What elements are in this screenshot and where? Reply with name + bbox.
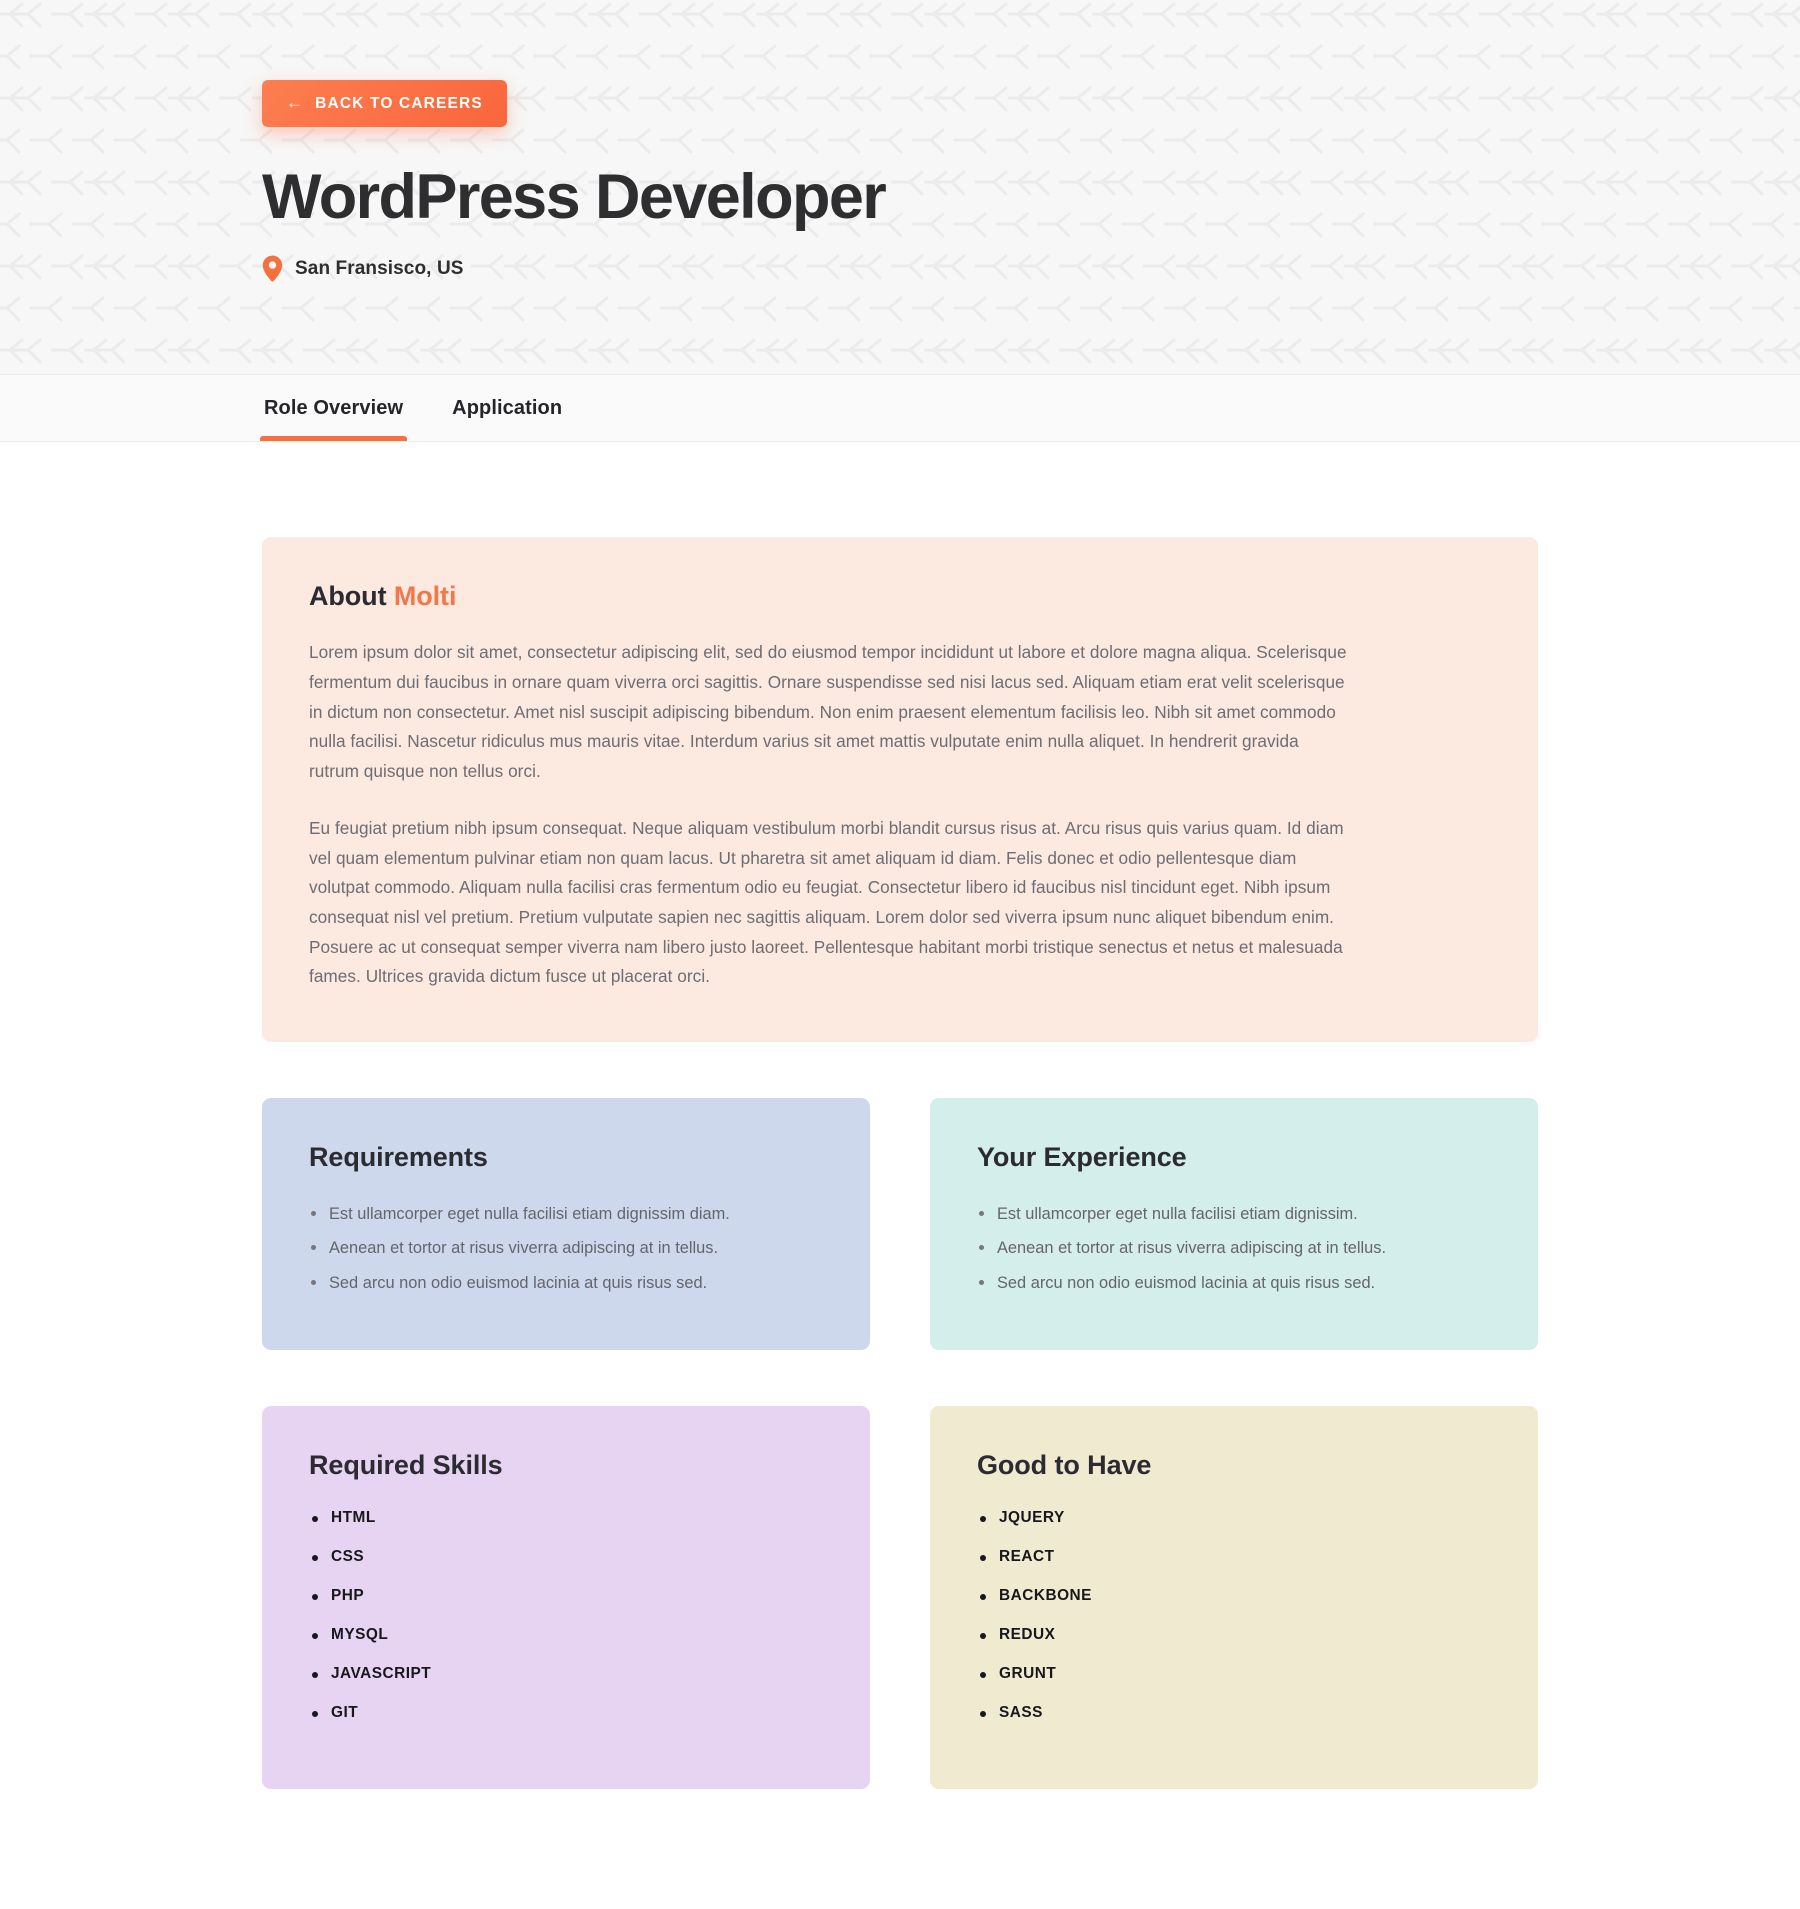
list-item: REDUX	[977, 1626, 1491, 1644]
list-item: GIT	[309, 1704, 823, 1722]
required-skills-card: Required Skills HTML CSS PHP MYSQL JAVAS…	[262, 1405, 870, 1790]
map-pin-icon	[262, 255, 283, 282]
list-item: Est ullamcorper eget nulla facilisi etia…	[309, 1201, 823, 1227]
requirements-card-title: Requirements	[309, 1141, 488, 1172]
list-item: MYSQL	[309, 1626, 823, 1644]
list-item: Aenean et tortor at risus viverra adipis…	[309, 1235, 823, 1261]
required-skills-card-title: Required Skills	[309, 1449, 503, 1480]
list-item: PHP	[309, 1587, 823, 1605]
good-to-have-list: JQUERY REACT BACKBONE REDUX GRUNT SASS	[977, 1509, 1491, 1722]
requirements-experience-row: Requirements Est ullamcorper eget nulla …	[262, 1097, 1538, 1350]
required-skills-list: HTML CSS PHP MYSQL JAVASCRIPT GIT	[309, 1509, 823, 1722]
list-item: GRUNT	[977, 1665, 1491, 1683]
job-location-label: San Fransisco, US	[295, 257, 464, 279]
list-item: SASS	[977, 1704, 1491, 1722]
list-item: JQUERY	[977, 1509, 1491, 1527]
job-location: San Fransisco, US	[262, 255, 1800, 282]
good-to-have-card-title: Good to Have	[977, 1449, 1152, 1480]
list-item: HTML	[309, 1509, 823, 1527]
list-item: JAVASCRIPT	[309, 1665, 823, 1683]
list-item: CSS	[309, 1548, 823, 1566]
requirements-list: Est ullamcorper eget nulla facilisi etia…	[309, 1201, 823, 1296]
about-company-name: Molti	[393, 581, 457, 611]
about-card-title: About Molti	[309, 580, 1491, 612]
role-overview-panel: About Molti Lorem ipsum dolor sit amet, …	[0, 537, 1800, 1909]
job-hero-header: ← BACK TO CAREERS WordPress Developer Sa…	[0, 0, 1800, 375]
your-experience-card: Your Experience Est ullamcorper eget nul…	[930, 1097, 1538, 1350]
list-item: Aenean et tortor at risus viverra adipis…	[977, 1235, 1491, 1261]
list-item: Sed arcu non odio euismod lacinia at qui…	[977, 1270, 1491, 1296]
hero-content: ← BACK TO CAREERS WordPress Developer Sa…	[0, 0, 1800, 282]
tab-role-overview[interactable]: Role Overview	[259, 375, 408, 441]
back-to-careers-label: BACK TO CAREERS	[315, 94, 483, 112]
requirements-card: Requirements Est ullamcorper eget nulla …	[262, 1097, 870, 1350]
page-title: WordPress Developer	[262, 162, 887, 232]
your-experience-card-title: Your Experience	[977, 1141, 1187, 1172]
arrow-left-icon: ←	[286, 93, 305, 112]
skills-row: Required Skills HTML CSS PHP MYSQL JAVAS…	[262, 1405, 1538, 1790]
job-tabs: Role Overview Application	[0, 375, 1800, 442]
back-to-careers-button[interactable]: ← BACK TO CAREERS	[262, 80, 507, 127]
tab-application[interactable]: Application	[450, 375, 564, 441]
about-paragraph-1: Lorem ipsum dolor sit amet, consectetur …	[309, 642, 1347, 781]
about-company-card: About Molti Lorem ipsum dolor sit amet, …	[262, 537, 1538, 1042]
about-title-prefix: About	[309, 581, 387, 611]
list-item: Est ullamcorper eget nulla facilisi etia…	[977, 1201, 1491, 1227]
list-item: REACT	[977, 1548, 1491, 1566]
list-item: BACKBONE	[977, 1587, 1491, 1605]
experience-list: Est ullamcorper eget nulla facilisi etia…	[977, 1201, 1491, 1296]
list-item: Sed arcu non odio euismod lacinia at qui…	[309, 1270, 823, 1296]
good-to-have-card: Good to Have JQUERY REACT BACKBONE REDUX…	[930, 1405, 1538, 1790]
about-paragraph-2: Eu feugiat pretium nibh ipsum consequat.…	[309, 818, 1344, 987]
page-bottom-spacer	[262, 1789, 1538, 1909]
